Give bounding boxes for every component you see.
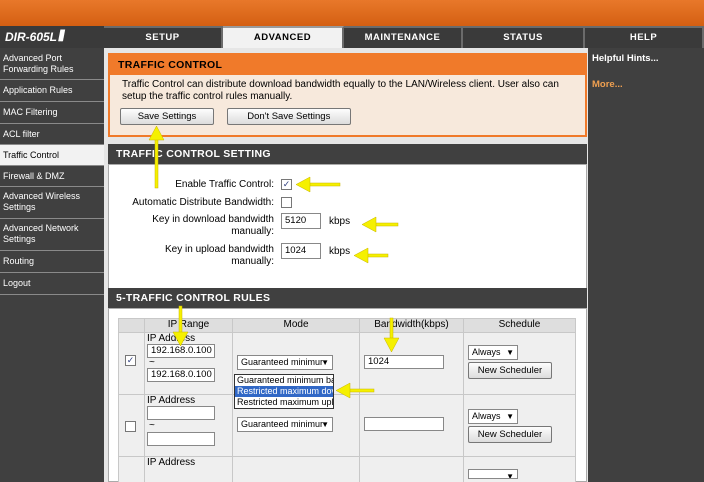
arrow-left-icon bbox=[353, 247, 389, 264]
arrow-down-icon bbox=[172, 305, 189, 347]
arrow-down-icon bbox=[383, 317, 400, 353]
arrow-left-icon bbox=[295, 176, 341, 193]
arrow-up-icon bbox=[148, 125, 165, 189]
arrow-left-icon bbox=[361, 216, 399, 233]
arrow-left-icon bbox=[335, 382, 375, 399]
annotation-arrows bbox=[148, 125, 400, 399]
